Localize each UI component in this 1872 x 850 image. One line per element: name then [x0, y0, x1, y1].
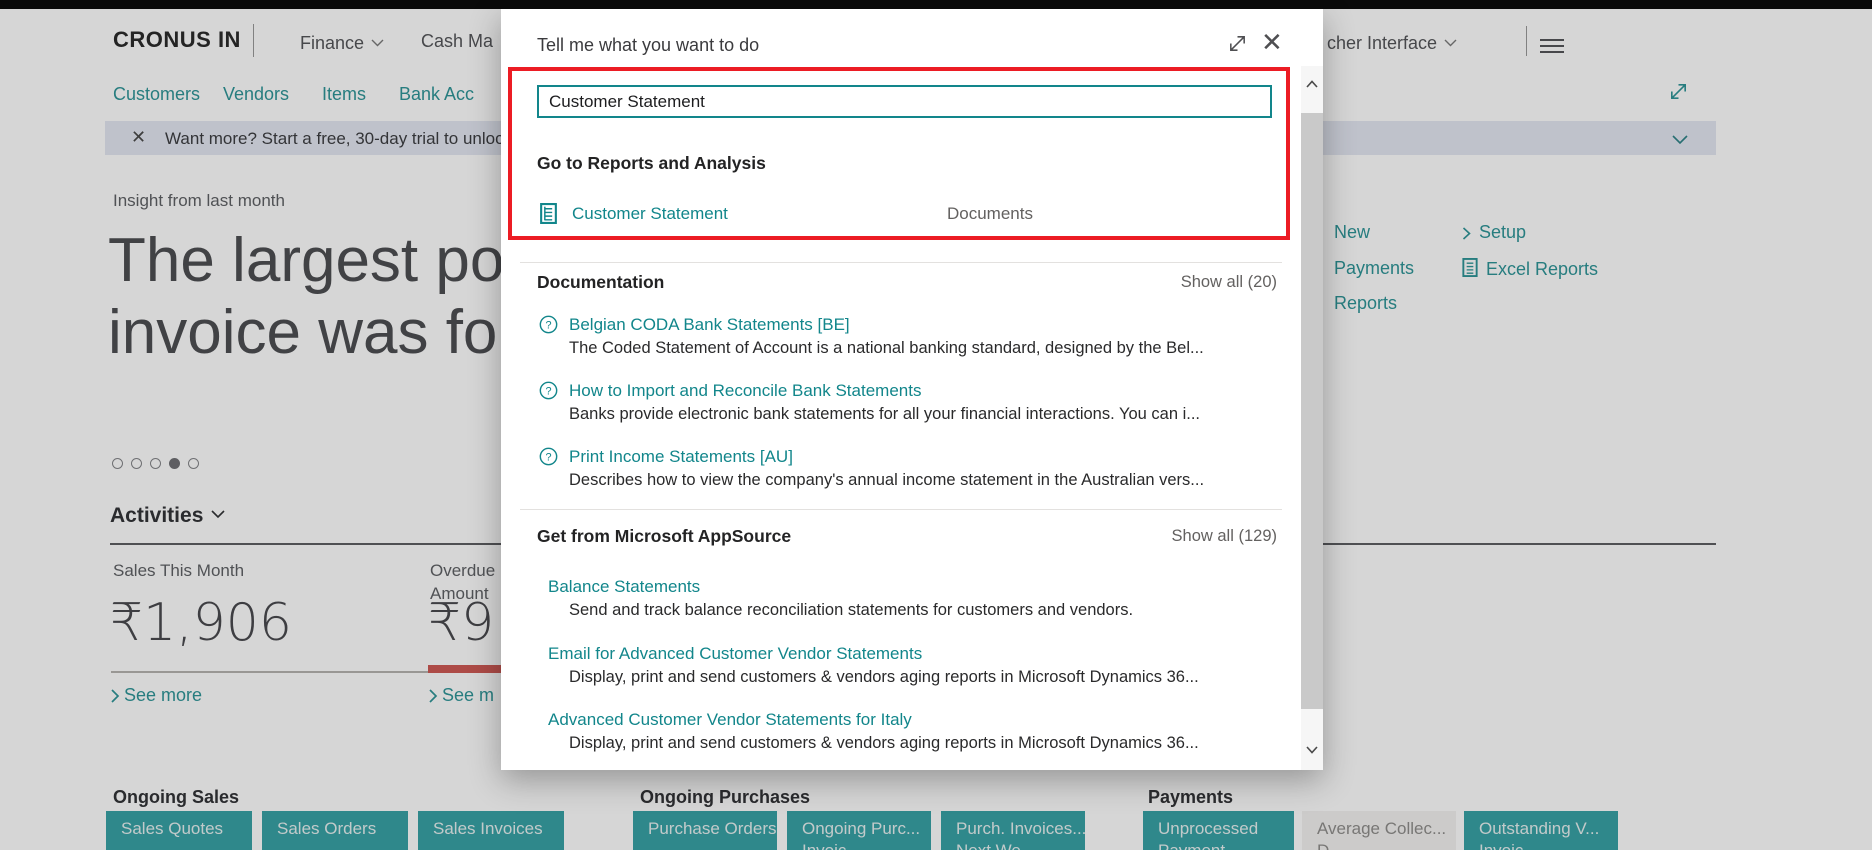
- dialog-close-icon[interactable]: ✕: [1261, 29, 1283, 55]
- appsource-item-desc: Send and track balance reconciliation st…: [569, 601, 1134, 619]
- dialog-scrollbar[interactable]: [1301, 66, 1323, 770]
- section-divider: [520, 262, 1282, 263]
- doc-item-title[interactable]: Print Income Statements [AU]: [569, 447, 793, 467]
- tell-me-search-input[interactable]: [537, 85, 1272, 118]
- goto-section-header: Go to Reports and Analysis: [537, 153, 766, 173]
- help-circle-icon: ?: [539, 315, 558, 339]
- doc-item-title[interactable]: How to Import and Reconcile Bank Stateme…: [569, 381, 921, 401]
- doc-item-desc: Banks provide electronic bank statements…: [569, 405, 1201, 423]
- doc-item-desc: The Coded Statement of Account is a nati…: [569, 339, 1204, 357]
- svg-text:?: ?: [545, 385, 551, 397]
- appsource-item-title[interactable]: Email for Advanced Customer Vendor State…: [548, 644, 922, 664]
- svg-text:?: ?: [545, 451, 551, 463]
- report-icon: [540, 203, 557, 229]
- section-divider: [520, 509, 1282, 510]
- scrollbar-down-icon[interactable]: [1301, 732, 1323, 770]
- doc-item-desc: Describes how to view the company's annu…: [569, 471, 1205, 489]
- scrollbar-thumb[interactable]: [1301, 113, 1323, 709]
- help-circle-icon: ?: [539, 447, 558, 471]
- top-black-bar: [0, 0, 1872, 9]
- documentation-header: Documentation: [537, 272, 665, 292]
- appsource-item-title[interactable]: Advanced Customer Vendor Statements for …: [548, 710, 912, 730]
- svg-text:?: ?: [545, 319, 551, 331]
- appsource-item-desc: Display, print and send customers & vend…: [569, 734, 1199, 752]
- doc-item-title[interactable]: Belgian CODA Bank Statements [BE]: [569, 315, 850, 335]
- dialog-title: Tell me what you want to do: [537, 35, 760, 55]
- appsource-item-desc: Display, print and send customers & vend…: [569, 668, 1199, 686]
- appsource-header: Get from Microsoft AppSource: [537, 526, 792, 546]
- dialog-expand-icon[interactable]: [1227, 33, 1248, 59]
- appsource-item-title[interactable]: Balance Statements: [548, 577, 700, 597]
- scrollbar-up-icon[interactable]: [1301, 66, 1323, 104]
- documentation-show-all-link[interactable]: Show all (20): [1181, 273, 1277, 292]
- tell-me-dialog: Tell me what you want to do ✕ Go to Repo…: [501, 9, 1323, 770]
- appsource-show-all-link[interactable]: Show all (129): [1172, 527, 1277, 546]
- result-title[interactable]: Customer Statement: [572, 204, 728, 224]
- help-circle-icon: ?: [539, 381, 558, 405]
- screen: CRONUS IN Finance Cash Ma cher Interface…: [0, 0, 1872, 850]
- result-category: Documents: [947, 204, 1033, 223]
